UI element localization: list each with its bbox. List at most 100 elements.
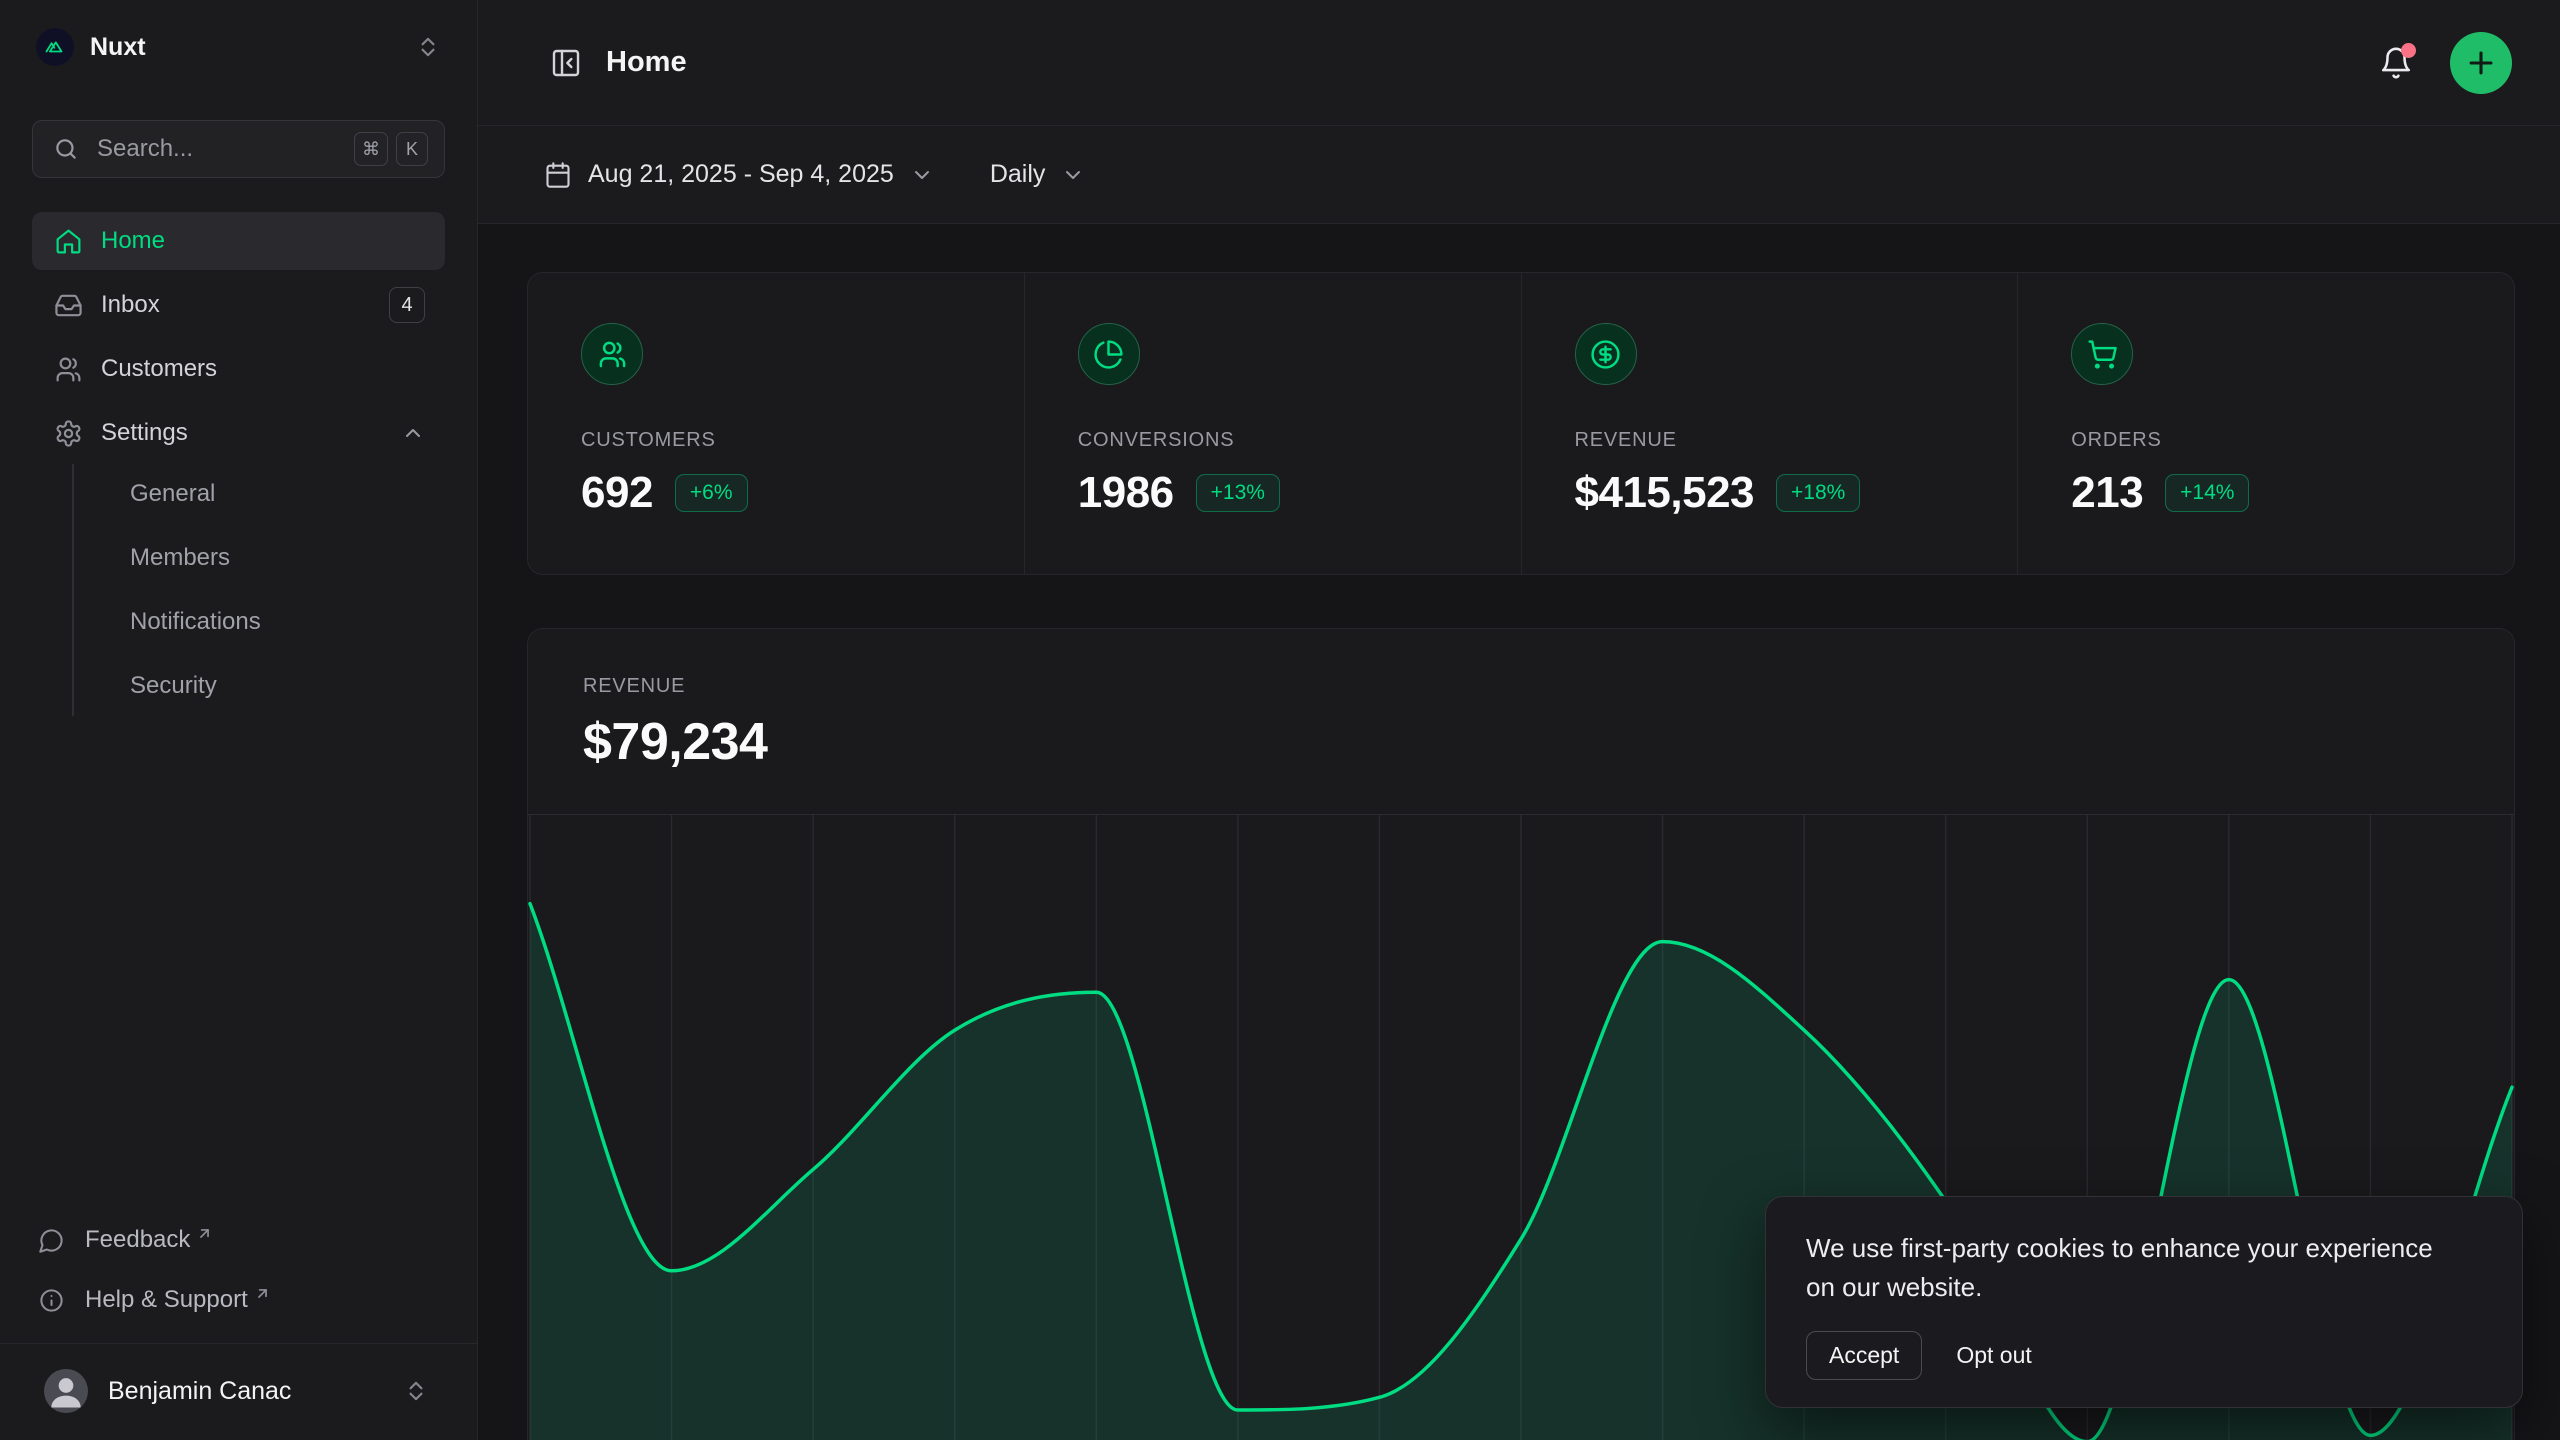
date-range-value: Aug 21, 2025 - Sep 4, 2025 bbox=[588, 160, 894, 189]
stat-label: CONVERSIONS bbox=[1078, 429, 1481, 452]
sidebar-nav: Home Inbox 4 Customers bbox=[32, 212, 445, 462]
stat-label: CUSTOMERS bbox=[581, 429, 984, 452]
cookie-consent-banner: We use first-party cookies to enhance yo… bbox=[1765, 1196, 2523, 1408]
pie-chart-icon bbox=[1093, 339, 1124, 370]
sidebar-item-settings[interactable]: Settings bbox=[32, 404, 445, 462]
sidebar-item-label: Home bbox=[101, 227, 425, 255]
feedback-label: Feedback bbox=[85, 1226, 190, 1254]
nuxt-logo-icon bbox=[36, 28, 74, 66]
stat-label: REVENUE bbox=[1575, 429, 1978, 452]
workspace-name: Nuxt bbox=[90, 33, 399, 62]
revenue-chart-total: $79,234 bbox=[583, 712, 2459, 772]
revenue-chart-label: REVENUE bbox=[583, 675, 2459, 698]
sub-item-label: Notifications bbox=[130, 608, 261, 636]
chevron-down-icon bbox=[1061, 163, 1085, 187]
sidebar-item-label: Customers bbox=[101, 355, 425, 383]
kbd-meta: ⌘ bbox=[354, 132, 388, 166]
chevrons-up-down-icon bbox=[403, 1378, 429, 1404]
page-title: Home bbox=[606, 46, 687, 79]
search-input-container[interactable]: ⌘ K bbox=[32, 120, 445, 178]
inbox-icon bbox=[54, 291, 83, 320]
sub-item-label: Members bbox=[130, 544, 230, 572]
home-icon bbox=[54, 227, 83, 256]
kbd-k: K bbox=[396, 132, 428, 166]
stat-delta-badge: +14% bbox=[2165, 474, 2249, 512]
stat-delta-badge: +18% bbox=[1776, 474, 1860, 512]
chevrons-up-down-icon bbox=[415, 34, 441, 60]
stat-icon-circle bbox=[581, 323, 643, 385]
sub-item-label: Security bbox=[130, 672, 217, 700]
stat-icon-circle bbox=[1078, 323, 1140, 385]
sidebar-user-section: Benjamin Canac bbox=[0, 1343, 477, 1440]
stat-delta-badge: +13% bbox=[1196, 474, 1280, 512]
sidebar-subitem-notifications[interactable]: Notifications bbox=[114, 592, 445, 652]
stat-card-conversions: CONVERSIONS 1986 +13% bbox=[1025, 273, 1522, 574]
add-button[interactable] bbox=[2450, 32, 2512, 94]
user-menu[interactable]: Benjamin Canac bbox=[32, 1358, 445, 1424]
circle-dollar-icon bbox=[1590, 339, 1621, 370]
sidebar-item-label: Inbox bbox=[101, 291, 389, 319]
users-icon bbox=[597, 339, 628, 370]
external-link-arrow-icon bbox=[196, 1225, 213, 1242]
info-circle-icon bbox=[38, 1287, 65, 1314]
revenue-chart-header: REVENUE $79,234 bbox=[528, 629, 2514, 772]
notification-dot bbox=[2401, 43, 2416, 58]
stats-panel: CUSTOMERS 692 +6% CONVERSIONS 1986 bbox=[527, 272, 2515, 575]
sidebar-item-customers[interactable]: Customers bbox=[32, 340, 445, 398]
settings-submenu: General Members Notifications Security bbox=[72, 464, 445, 716]
workspace-switcher[interactable]: Nuxt bbox=[32, 28, 445, 66]
sidebar-item-label: Settings bbox=[101, 419, 401, 447]
sidebar-item-inbox[interactable]: Inbox 4 bbox=[32, 276, 445, 334]
page-header: Home bbox=[478, 0, 2560, 126]
stat-value: 213 bbox=[2071, 468, 2143, 518]
stat-delta-badge: +6% bbox=[675, 474, 748, 512]
search-input[interactable] bbox=[97, 135, 346, 163]
user-name: Benjamin Canac bbox=[108, 1377, 403, 1406]
stat-value: $415,523 bbox=[1575, 468, 1755, 518]
stat-card-customers: CUSTOMERS 692 +6% bbox=[528, 273, 1025, 574]
sidebar-footer-links: Feedback Help & Support bbox=[32, 1215, 445, 1325]
message-circle-icon bbox=[38, 1227, 65, 1254]
users-icon bbox=[54, 355, 83, 384]
calendar-icon bbox=[544, 161, 572, 189]
panel-left-close-icon bbox=[550, 47, 582, 79]
feedback-link[interactable]: Feedback bbox=[32, 1215, 445, 1265]
stat-icon-circle bbox=[1575, 323, 1637, 385]
cookie-accept-button[interactable]: Accept bbox=[1806, 1331, 1922, 1380]
stat-card-revenue: REVENUE $415,523 +18% bbox=[1522, 273, 2019, 574]
plus-icon bbox=[2464, 46, 2498, 80]
cookie-optout-button[interactable]: Opt out bbox=[1956, 1342, 2031, 1369]
filters-toolbar: Aug 21, 2025 - Sep 4, 2025 Daily bbox=[478, 126, 2560, 224]
stat-label: ORDERS bbox=[2071, 429, 2474, 452]
collapse-sidebar-button[interactable] bbox=[544, 41, 588, 85]
help-support-label: Help & Support bbox=[85, 1286, 248, 1314]
sidebar-spacer bbox=[0, 716, 477, 1215]
sidebar-item-home[interactable]: Home bbox=[32, 212, 445, 270]
stat-value: 1986 bbox=[1078, 468, 1174, 518]
search-icon bbox=[53, 136, 79, 162]
settings-gear-icon bbox=[54, 419, 83, 448]
cookie-message: We use first-party cookies to enhance yo… bbox=[1806, 1229, 2446, 1307]
user-avatar bbox=[44, 1369, 88, 1413]
stat-value: 692 bbox=[581, 468, 653, 518]
period-value: Daily bbox=[990, 160, 1046, 189]
cookie-actions: Accept Opt out bbox=[1806, 1331, 2482, 1380]
sub-item-label: General bbox=[130, 480, 215, 508]
period-select[interactable]: Daily bbox=[990, 160, 1086, 189]
notifications-button[interactable] bbox=[2372, 39, 2420, 87]
chevron-up-icon bbox=[401, 421, 425, 445]
shopping-cart-icon bbox=[2087, 339, 2118, 370]
app-window: Nuxt ⌘ K Home bbox=[0, 0, 2560, 1440]
chevron-down-icon bbox=[910, 163, 934, 187]
sidebar-subitem-members[interactable]: Members bbox=[114, 528, 445, 588]
header-actions bbox=[2372, 32, 2512, 94]
sidebar-subitem-security[interactable]: Security bbox=[114, 656, 445, 716]
stat-card-orders: ORDERS 213 +14% bbox=[2018, 273, 2514, 574]
help-support-link[interactable]: Help & Support bbox=[32, 1275, 445, 1325]
sidebar: Nuxt ⌘ K Home bbox=[0, 0, 478, 1440]
sidebar-subitem-general[interactable]: General bbox=[114, 464, 445, 524]
external-link-arrow-icon bbox=[254, 1285, 271, 1302]
stat-icon-circle bbox=[2071, 323, 2133, 385]
date-range-picker[interactable]: Aug 21, 2025 - Sep 4, 2025 bbox=[544, 160, 934, 189]
inbox-count-badge: 4 bbox=[389, 287, 425, 323]
